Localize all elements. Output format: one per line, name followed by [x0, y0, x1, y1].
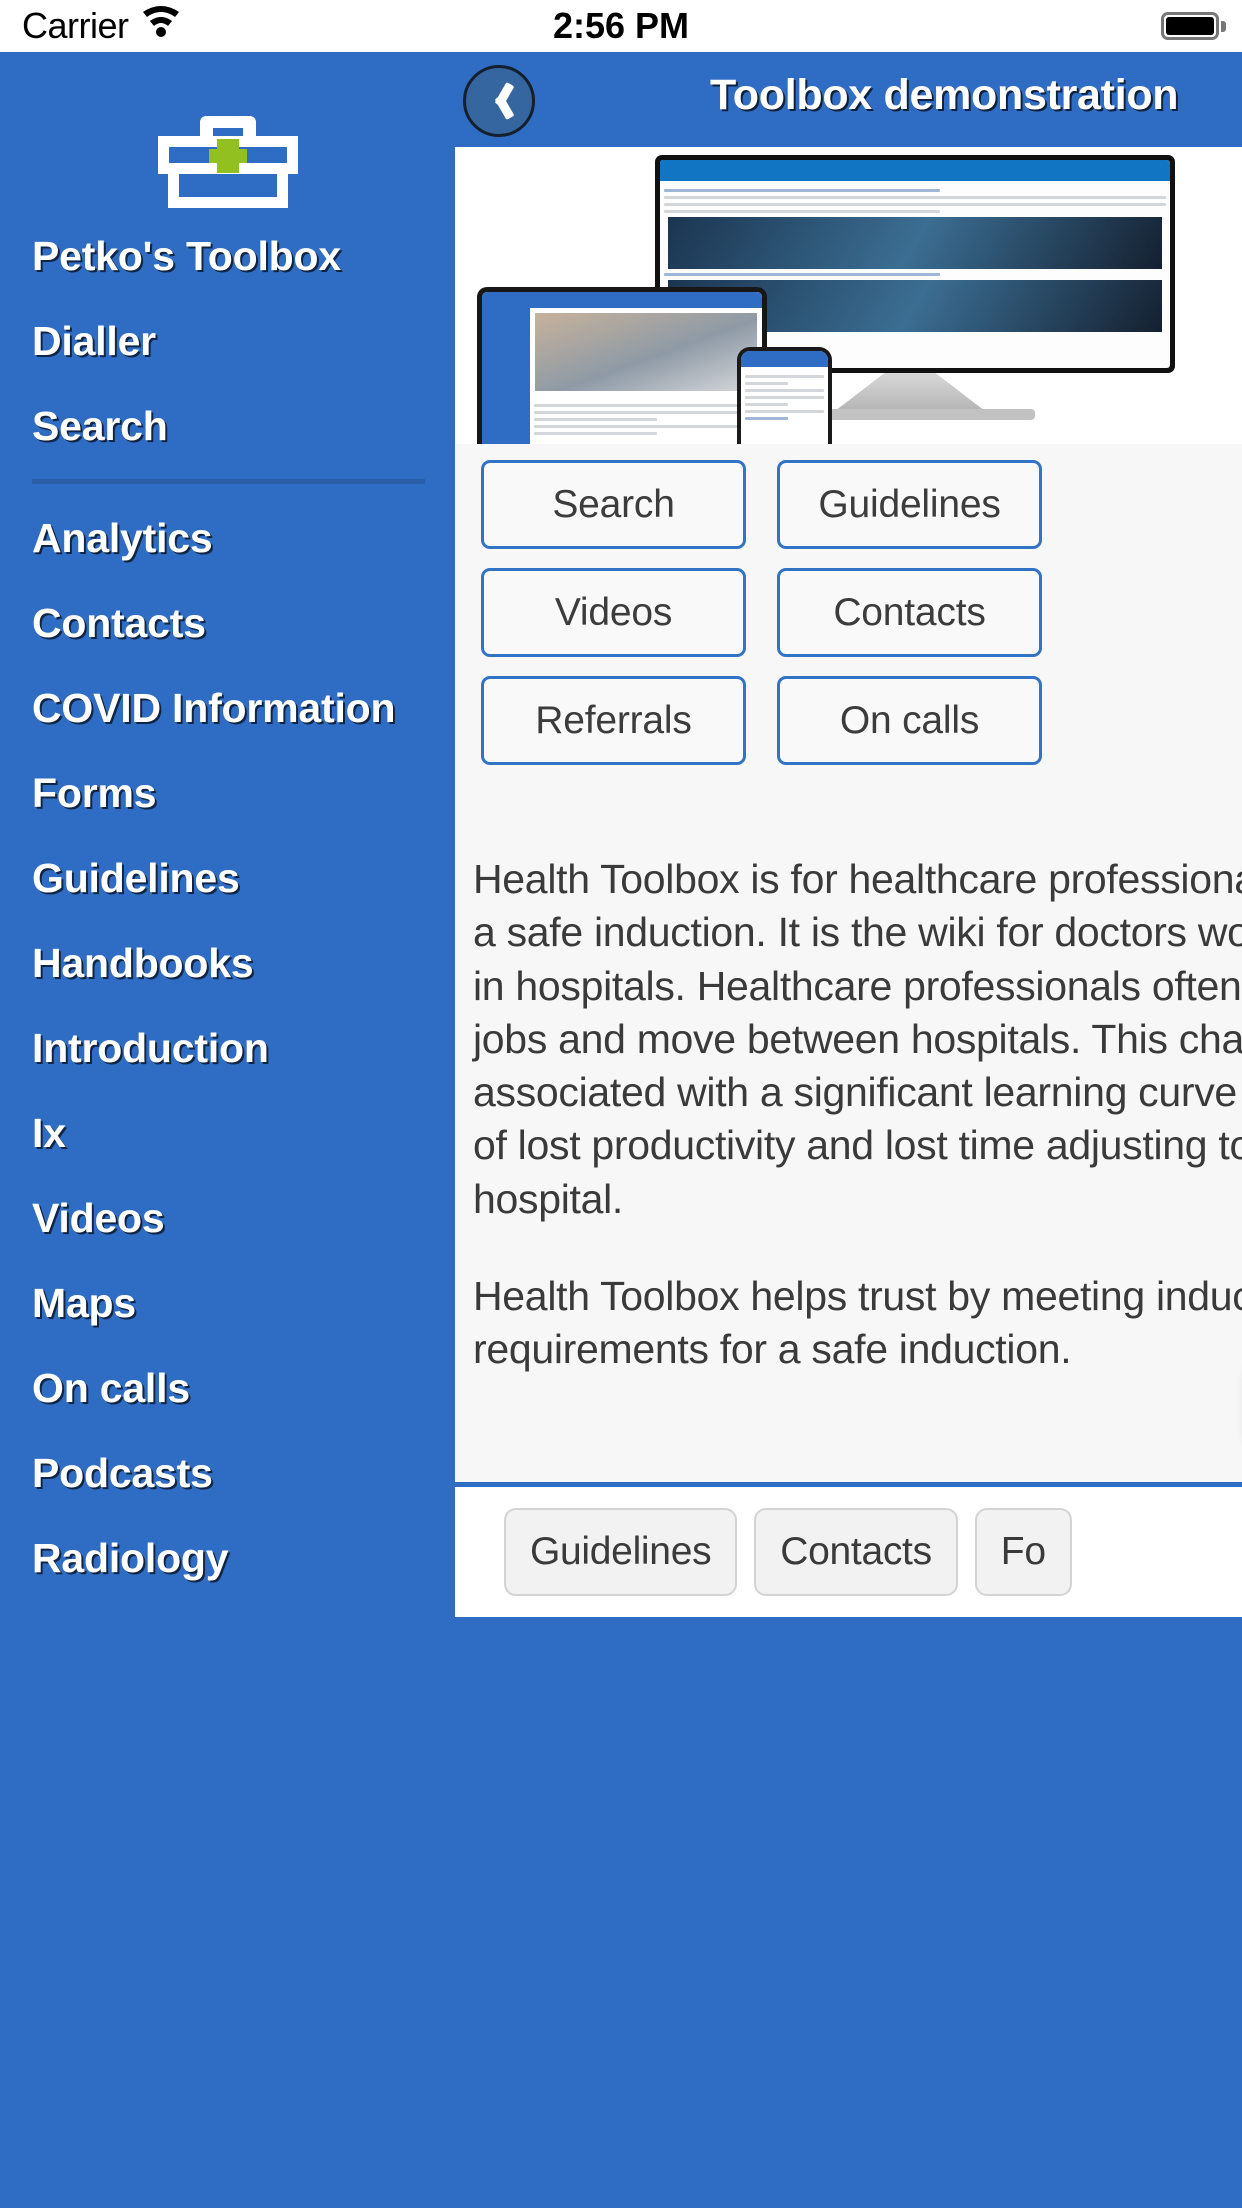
- article-line: associated with a significant learning c…: [473, 1069, 1242, 1116]
- quick-link-videos[interactable]: Videos: [481, 568, 746, 657]
- article-line: jobs and move between hospitals. This ch…: [473, 1015, 1242, 1062]
- sidebar-item-introduction[interactable]: Introduction: [0, 1006, 455, 1091]
- article-line: in hospitals. Healthcare professionals o…: [473, 962, 1242, 1009]
- back-button[interactable]: [463, 65, 535, 137]
- tab-guidelines[interactable]: Guidelines: [504, 1508, 738, 1596]
- monitor-stand: [835, 373, 985, 411]
- article-line: Health Toolbox is for healthcare profess…: [473, 856, 1242, 902]
- article-line: Health Toolbox helps trust by meeting in…: [473, 1273, 1242, 1320]
- article-paragraph-2: Health Toolbox helps trust by meeting in…: [473, 1270, 1242, 1377]
- tablet-mockup: [477, 287, 767, 444]
- quick-links-grid: Search Guidelines Videos Contacts Referr…: [481, 460, 1042, 765]
- detail-navbar: Toolbox demonstration: [455, 52, 1242, 147]
- status-bar-clock: 2:56 PM: [552, 5, 690, 46]
- article-line: a safe induction. It is the wiki for doc…: [473, 909, 1242, 956]
- sidebar-item-maps[interactable]: Maps: [0, 1261, 455, 1346]
- bottom-tab-bar: Guidelines Contacts Fo: [455, 1482, 1242, 1617]
- quick-link-contacts[interactable]: Contacts: [777, 568, 1042, 657]
- article-line: requirements for a safe induction.: [473, 1326, 1072, 1373]
- sidebar-item-contacts[interactable]: Contacts: [0, 581, 455, 666]
- medical-toolbox-icon: [157, 116, 298, 208]
- app-logo: [0, 108, 455, 216]
- battery-level-fill: [1166, 17, 1214, 35]
- tab-forms[interactable]: Fo: [974, 1508, 1072, 1596]
- sidebar-item-search[interactable]: Search: [0, 384, 455, 469]
- quick-link-on-calls[interactable]: On calls: [777, 676, 1042, 765]
- phone-mockup: [737, 347, 832, 444]
- promo-devices-image: [455, 147, 1242, 444]
- detail-screen: Toolbox demonstration Search Guidelines …: [455, 52, 1242, 2208]
- sidebar-item-analytics[interactable]: Analytics: [0, 496, 455, 581]
- article-body: Health Toolbox is for healthcare profess…: [473, 853, 1242, 1421]
- article-paragraph-1: Health Toolbox is for healthcare profess…: [473, 853, 1242, 1226]
- sidebar-item-videos[interactable]: Videos: [0, 1176, 455, 1261]
- sidebar-item-podcasts[interactable]: Podcasts: [0, 1431, 455, 1516]
- page-title: Toolbox demonstration: [710, 71, 1179, 119]
- quick-link-guidelines[interactable]: Guidelines: [777, 460, 1042, 549]
- quick-link-search[interactable]: Search: [481, 460, 746, 549]
- drawer-menu-list: Petko's Toolbox Dialler Search Analytics…: [0, 214, 455, 1601]
- navigation-drawer: Petko's Toolbox Dialler Search Analytics…: [0, 52, 455, 2208]
- status-bar: Carrier 2:56 PM: [0, 0, 1242, 52]
- sidebar-item-petkos-toolbox[interactable]: Petko's Toolbox: [0, 214, 455, 299]
- menu-divider: [32, 479, 425, 484]
- sidebar-item-ix[interactable]: Ix: [0, 1091, 455, 1176]
- sidebar-item-covid-information[interactable]: COVID Information: [0, 666, 455, 751]
- sidebar-item-dialler[interactable]: Dialler: [0, 299, 455, 384]
- status-bar-right: [1161, 0, 1226, 52]
- battery-nub: [1221, 20, 1226, 32]
- sidebar-item-handbooks[interactable]: Handbooks: [0, 921, 455, 1006]
- sidebar-item-guidelines[interactable]: Guidelines: [0, 836, 455, 921]
- battery-full-icon: [1161, 12, 1219, 40]
- sidebar-item-forms[interactable]: Forms: [0, 751, 455, 836]
- sidebar-item-on-calls[interactable]: On calls: [0, 1346, 455, 1431]
- chevron-left-icon: [488, 81, 510, 121]
- detail-content-scroll[interactable]: Search Guidelines Videos Contacts Referr…: [455, 147, 1242, 1482]
- tab-contacts[interactable]: Contacts: [754, 1508, 958, 1596]
- article-line: of lost productivity and lost time adjus…: [473, 1122, 1242, 1169]
- article-line: hospital.: [473, 1175, 624, 1222]
- sidebar-item-radiology[interactable]: Radiology: [0, 1516, 455, 1601]
- quick-link-referrals[interactable]: Referrals: [481, 676, 746, 765]
